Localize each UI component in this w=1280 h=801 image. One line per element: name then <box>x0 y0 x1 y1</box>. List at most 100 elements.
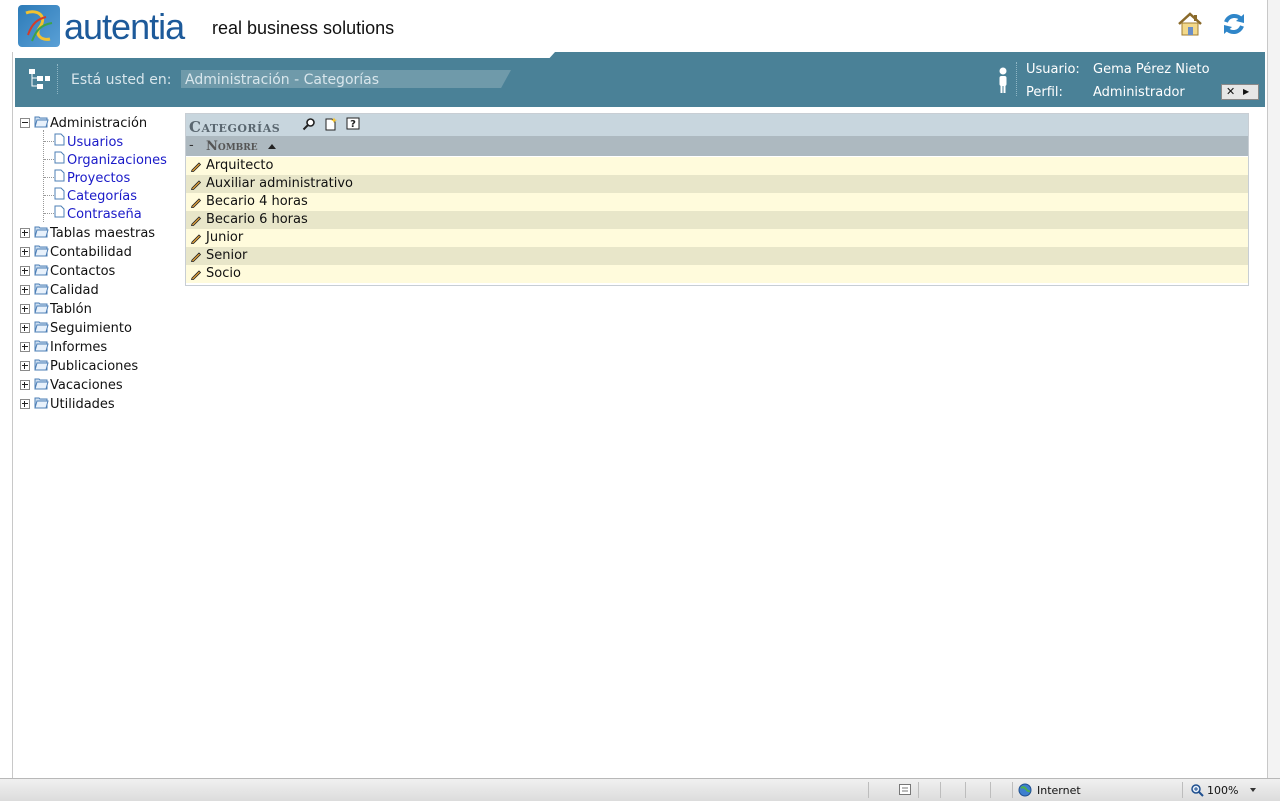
edit-icon[interactable] <box>190 214 202 226</box>
folder-icon <box>34 302 49 314</box>
tree-line <box>43 130 44 222</box>
app-header: autentia real business solutions <box>12 0 1267 52</box>
window-right-edge <box>1267 0 1280 778</box>
folder-icon <box>34 340 49 352</box>
tree-item-label[interactable]: Organizaciones <box>67 153 167 168</box>
tree-node-label: Tablas maestras <box>50 226 156 241</box>
tree-line <box>44 177 54 178</box>
column-header: - Nombre <box>186 136 1248 156</box>
tree-item-label[interactable]: Proyectos <box>67 171 130 186</box>
row-name: Senior <box>206 248 248 263</box>
expand-icon[interactable] <box>20 247 30 257</box>
expand-icon[interactable] <box>20 285 30 295</box>
tree-node-label: Publicaciones <box>50 359 139 374</box>
edit-icon[interactable] <box>190 196 202 208</box>
autentia-logo-icon <box>18 5 60 47</box>
zoom-icon[interactable] <box>1190 783 1204 797</box>
collapse-toggle[interactable]: - <box>189 138 194 153</box>
table-row[interactable]: Becario 4 horas <box>186 193 1248 211</box>
brand-tagline: real business solutions <box>212 18 395 38</box>
breadcrumb-label: Está usted en: <box>71 72 172 88</box>
expand-icon[interactable] <box>20 342 30 352</box>
folder-icon <box>34 245 49 257</box>
row-name: Becario 4 horas <box>206 194 308 209</box>
svg-text:?: ? <box>350 119 356 130</box>
expand-icon[interactable] <box>20 228 30 238</box>
tree-item-label[interactable]: Usuarios <box>67 135 123 150</box>
tree-line <box>44 195 54 196</box>
table-row[interactable]: Auxiliar administrativo <box>186 175 1248 193</box>
status-divider <box>990 782 991 798</box>
tree-item-label[interactable]: Contraseña <box>67 207 142 222</box>
tree-node-label: Administración <box>50 116 148 131</box>
tree-node-label: Calidad <box>50 283 99 298</box>
help-icon[interactable]: ? <box>346 117 360 131</box>
document-icon <box>54 133 65 146</box>
collapse-icon[interactable] <box>20 118 30 128</box>
tree-node-label: Tablón <box>50 302 92 317</box>
expand-icon[interactable] <box>20 304 30 314</box>
folder-icon <box>34 378 49 390</box>
expand-icon[interactable] <box>20 380 30 390</box>
folder-icon <box>34 264 49 276</box>
arrow-right-icon: ▶ <box>1243 87 1250 96</box>
sitemap-icon[interactable] <box>27 66 51 92</box>
expand-icon[interactable] <box>20 323 30 333</box>
column-header-name[interactable]: Nombre <box>206 139 258 154</box>
document-icon <box>54 205 65 218</box>
row-name: Auxiliar administrativo <box>206 176 353 191</box>
refresh-icon[interactable] <box>1220 10 1248 38</box>
tree-item-label[interactable]: Categorías <box>67 189 137 204</box>
navigation-bar: Está usted en: Administración - Categorí… <box>15 52 1265 107</box>
user-label: Usuario: <box>1026 62 1080 77</box>
folder-icon <box>34 226 49 238</box>
row-name: Arquitecto <box>206 158 274 173</box>
search-icon[interactable] <box>302 117 316 131</box>
edit-icon[interactable] <box>190 178 202 190</box>
tree-node-label: Informes <box>50 340 108 355</box>
expand-icon[interactable] <box>20 266 30 276</box>
edit-icon[interactable] <box>190 232 202 244</box>
row-name: Becario 6 horas <box>206 212 308 227</box>
table-row[interactable]: Senior <box>186 247 1248 265</box>
user-icon <box>995 66 1011 94</box>
table-row[interactable]: Junior <box>186 229 1248 247</box>
user-name: Gema Pérez Nieto <box>1093 62 1210 77</box>
home-icon[interactable] <box>1176 10 1204 38</box>
chevron-down-icon[interactable] <box>1250 788 1256 792</box>
edit-icon[interactable] <box>190 250 202 262</box>
tree-node-label: Vacaciones <box>50 378 123 393</box>
tree-line <box>44 159 54 160</box>
tree-line <box>44 141 54 142</box>
table-row[interactable]: Socio <box>186 265 1248 283</box>
status-divider <box>1012 782 1013 798</box>
zoom-level[interactable]: 100% <box>1207 784 1238 797</box>
edit-icon[interactable] <box>190 268 202 280</box>
edit-icon[interactable] <box>190 160 202 172</box>
page-icon <box>899 784 911 795</box>
folder-icon <box>34 321 49 333</box>
status-divider <box>1182 782 1183 798</box>
window-left-edge <box>0 0 13 778</box>
brand-name: autentia <box>64 6 185 47</box>
tree-node-label: Seguimiento <box>50 321 132 336</box>
close-icon: ✕ <box>1226 85 1236 98</box>
document-icon <box>54 151 65 164</box>
separator <box>57 64 59 94</box>
row-name: Junior <box>206 230 244 245</box>
table-row[interactable]: Arquitecto <box>186 157 1248 175</box>
logout-button[interactable]: ✕ ▶ <box>1221 84 1259 100</box>
sort-ascending-icon[interactable] <box>268 144 276 149</box>
globe-icon <box>1018 783 1032 797</box>
status-divider <box>965 782 966 798</box>
panel-title: Categorías <box>189 118 281 136</box>
open-folder-icon <box>34 116 49 128</box>
new-document-icon[interactable] <box>324 117 338 131</box>
table-row[interactable]: Becario 6 horas <box>186 211 1248 229</box>
expand-icon[interactable] <box>20 361 30 371</box>
categories-panel: Categorías ? - Nombre Arquitecto Auxilia… <box>185 113 1249 286</box>
folder-icon <box>34 283 49 295</box>
bar-notch <box>15 52 555 58</box>
expand-icon[interactable] <box>20 399 30 409</box>
document-icon <box>54 187 65 200</box>
